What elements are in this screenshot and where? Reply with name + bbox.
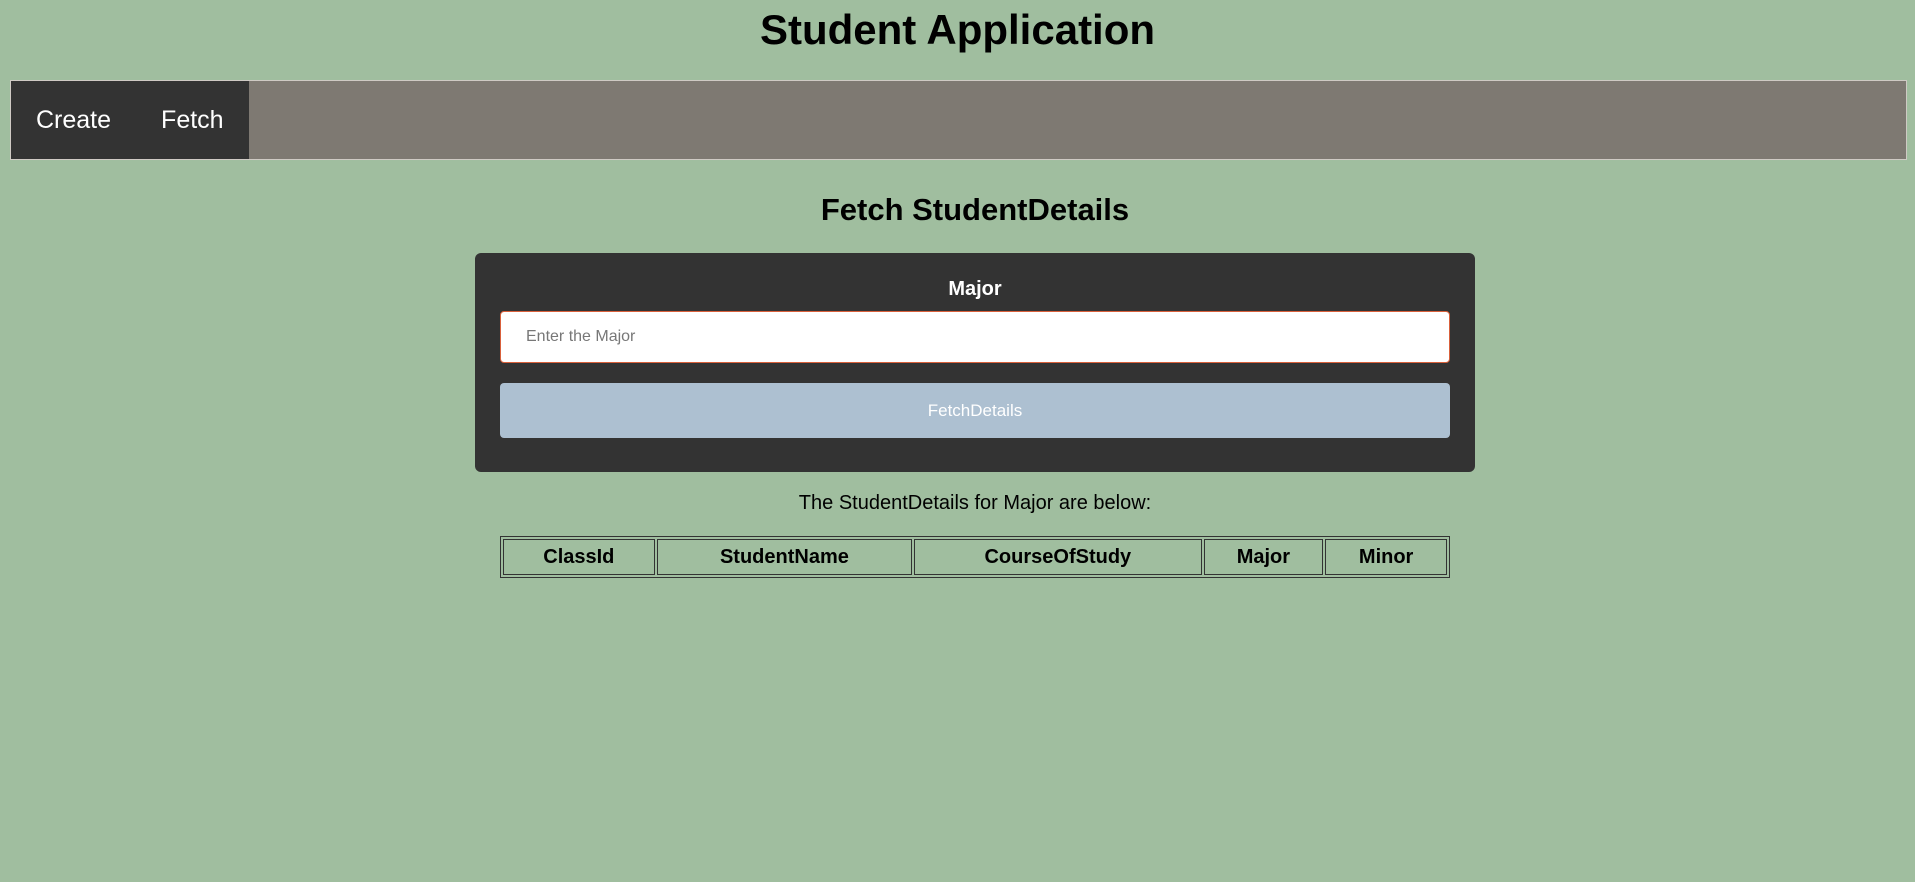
column-header-courseofstudy: CourseOfStudy	[914, 539, 1202, 575]
nav-item-create[interactable]: Create	[11, 81, 136, 159]
fetch-details-button[interactable]: FetchDetails	[500, 383, 1450, 438]
table-header-row: ClassId StudentName CourseOfStudy Major …	[503, 539, 1447, 575]
fetch-form-card: Major FetchDetails	[475, 253, 1475, 472]
results-caption: The StudentDetails for Major are below:	[798, 492, 1152, 514]
navbar: Create Fetch	[10, 80, 1907, 160]
nav-item-fetch[interactable]: Fetch	[136, 81, 249, 159]
column-header-studentname: StudentName	[656, 539, 913, 575]
results-table: ClassId StudentName CourseOfStudy Major …	[500, 536, 1450, 578]
app-title: Student Application	[759, 6, 1156, 53]
column-header-minor: Minor	[1325, 539, 1447, 575]
page-title: Fetch StudentDetails	[820, 192, 1130, 227]
column-header-major: Major	[1203, 539, 1324, 575]
nav-group: Create Fetch	[11, 81, 249, 159]
major-input[interactable]	[500, 311, 1450, 363]
column-header-classid: ClassId	[503, 539, 655, 575]
major-field-label: Major	[948, 278, 1002, 300]
